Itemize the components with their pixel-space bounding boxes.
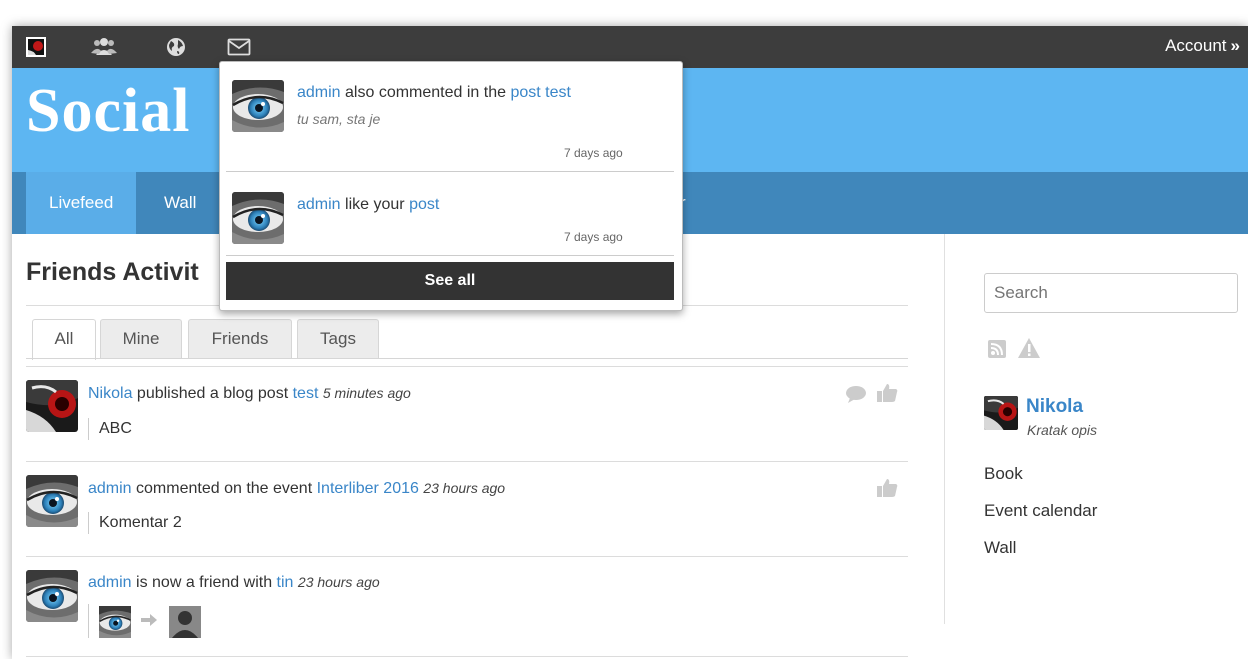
- profile-name[interactable]: Nikola: [1026, 396, 1083, 418]
- feed-action-text: published a blog post: [136, 385, 289, 402]
- sidebar-link-event-calendar[interactable]: Event calendar: [984, 501, 1097, 521]
- feed-action-text: is now a friend with: [136, 574, 273, 591]
- people-icon[interactable]: [90, 26, 118, 68]
- sidebar-link-wall[interactable]: Wall: [984, 538, 1016, 558]
- target-link[interactable]: post: [409, 196, 439, 213]
- tab-friends[interactable]: Friends: [188, 319, 292, 358]
- arrow-right-icon: [141, 613, 157, 632]
- notification-action: like your: [345, 196, 405, 213]
- timestamp: 5 minutes ago: [322, 385, 411, 401]
- nav-wall[interactable]: Wall: [164, 172, 196, 234]
- notifications-dropdown: admin also commented in the post test tu…: [219, 61, 683, 311]
- actor-link[interactable]: admin: [88, 574, 132, 591]
- actor-link[interactable]: admin: [88, 480, 132, 497]
- target-link[interactable]: Interliber 2016: [317, 480, 419, 497]
- account-arrow-icon: »: [1230, 36, 1240, 55]
- avatar[interactable]: [232, 192, 284, 244]
- tab-tags[interactable]: Tags: [297, 319, 379, 358]
- avatar[interactable]: [26, 570, 78, 622]
- profile-avatar[interactable]: [984, 396, 1018, 430]
- feed-content: ABC: [88, 418, 132, 440]
- default-avatar-icon[interactable]: [169, 606, 201, 638]
- notification-time: 7 days ago: [564, 230, 623, 244]
- rss-icon[interactable]: [987, 339, 1007, 364]
- target-link[interactable]: post test: [510, 84, 570, 101]
- notification-snippet: tu sam, sta je: [297, 111, 381, 127]
- avatar[interactable]: [99, 606, 131, 638]
- account-label: Account: [1165, 36, 1227, 55]
- tab-mine[interactable]: Mine: [100, 319, 182, 358]
- site-title[interactable]: Social: [26, 76, 190, 147]
- notification-text[interactable]: admin like your post: [297, 196, 439, 214]
- account-menu[interactable]: Account»: [1165, 26, 1240, 68]
- like-icon[interactable]: [876, 477, 898, 504]
- timestamp: 23 hours ago: [297, 574, 380, 590]
- friendship-visual: [88, 604, 201, 638]
- sidebar-divider: [944, 234, 945, 624]
- feed-item-header: admin commented on the event Interliber …: [88, 480, 505, 498]
- notification-text[interactable]: admin also commented in the post test: [297, 84, 571, 102]
- divider: [226, 171, 674, 172]
- target-link[interactable]: tin: [277, 574, 294, 591]
- divider: [26, 656, 908, 657]
- page-title: Friends Activit: [26, 258, 199, 286]
- notification-action: also commented in the: [345, 84, 507, 101]
- search-input[interactable]: [984, 273, 1238, 313]
- app-window: Account» Social Livefeed Wall r Friends …: [12, 26, 1248, 659]
- sidebar-link-book[interactable]: Book: [984, 464, 1023, 484]
- divider: [26, 556, 908, 557]
- avatar[interactable]: [232, 80, 284, 132]
- tabs-bottom-border: [26, 358, 908, 359]
- timestamp: 23 hours ago: [423, 480, 506, 496]
- feed-content: Komentar 2: [88, 512, 182, 534]
- actor-link[interactable]: admin: [297, 84, 341, 101]
- see-all-button[interactable]: See all: [226, 262, 674, 300]
- feed-action-text: commented on the event: [136, 480, 313, 497]
- avatar[interactable]: [26, 380, 78, 432]
- warning-icon[interactable]: [1017, 337, 1041, 364]
- actor-link[interactable]: admin: [297, 196, 341, 213]
- profile-description: Kratak opis: [1027, 422, 1098, 438]
- target-link[interactable]: test: [293, 385, 319, 402]
- site-logo-icon[interactable]: [24, 26, 48, 68]
- divider: [26, 366, 908, 367]
- tab-all[interactable]: All: [32, 319, 96, 360]
- globe-icon[interactable]: [164, 26, 188, 68]
- comment-icon[interactable]: [845, 385, 867, 408]
- like-icon[interactable]: [876, 382, 898, 409]
- feed-item-header: Nikola published a blog post test 5 minu…: [88, 385, 411, 403]
- notification-time: 7 days ago: [564, 146, 623, 160]
- nav-livefeed[interactable]: Livefeed: [26, 172, 137, 234]
- feed-item-header: admin is now a friend with tin 23 hours …: [88, 574, 380, 592]
- avatar[interactable]: [26, 475, 78, 527]
- actor-link[interactable]: Nikola: [88, 385, 132, 402]
- divider: [26, 461, 908, 462]
- divider: [226, 255, 674, 256]
